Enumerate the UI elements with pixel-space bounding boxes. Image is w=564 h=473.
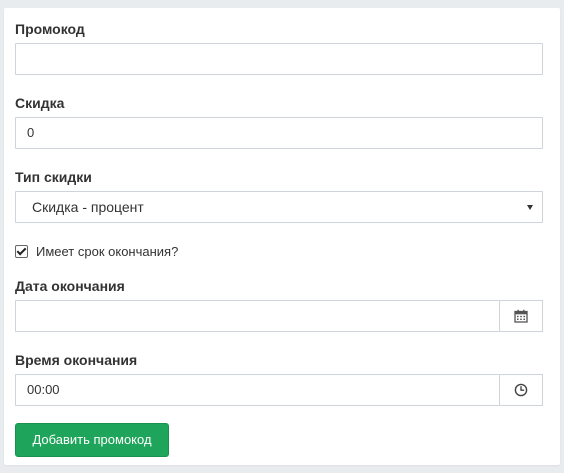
promo-code-input[interactable] — [15, 43, 543, 75]
end-time-input[interactable]: 00:00 — [15, 374, 499, 406]
discount-type-label: Тип скидки — [15, 169, 92, 185]
clock-button[interactable] — [499, 374, 543, 406]
end-date-input[interactable] — [15, 300, 499, 332]
end-time-label: Время окончания — [15, 352, 138, 368]
promo-code-label: Промокод — [15, 21, 85, 37]
promo-form-panel: Промокод Скидка 0 Тип скидки Скидка - пр… — [4, 8, 560, 465]
has-expiry-label: Имеет срок окончания? — [36, 243, 179, 259]
discount-input[interactable]: 0 — [15, 117, 543, 149]
discount-label: Скидка — [15, 95, 65, 111]
discount-type-selected-value: Скидка - процент — [32, 199, 144, 215]
clock-icon — [514, 383, 528, 397]
chevron-down-icon — [527, 205, 533, 210]
has-expiry-checkbox[interactable] — [15, 244, 28, 258]
add-promo-button[interactable]: Добавить промокод — [15, 423, 169, 457]
calendar-icon — [514, 309, 528, 323]
calendar-button[interactable] — [499, 300, 543, 332]
has-expiry-row[interactable]: Имеет срок окончания? — [15, 241, 178, 261]
end-date-label: Дата окончания — [15, 278, 125, 294]
discount-type-select[interactable]: Скидка - процент — [15, 191, 543, 223]
